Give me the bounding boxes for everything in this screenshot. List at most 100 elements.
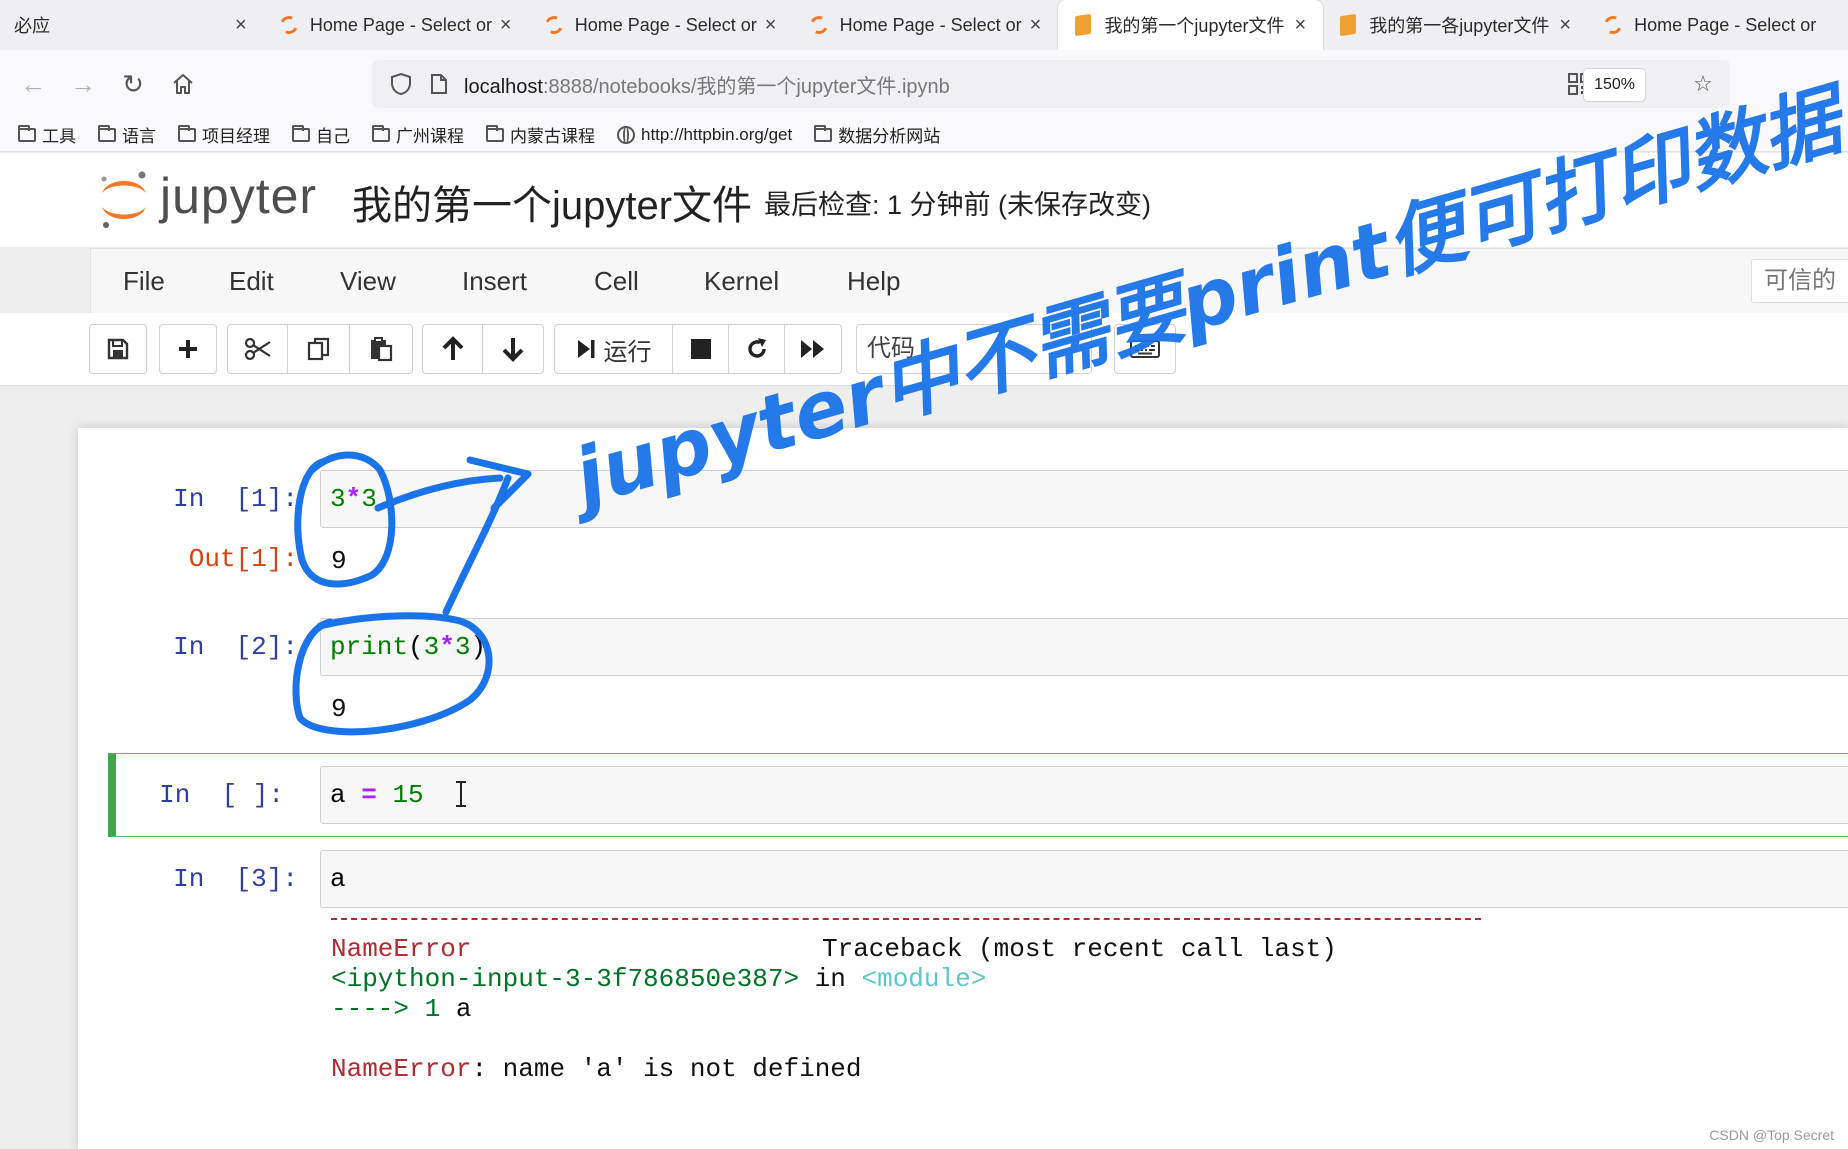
close-icon[interactable]: ×	[497, 14, 515, 37]
tab-title: Home Page - Select or	[574, 14, 757, 35]
bookmark-data-analysis[interactable]: 数据分析网站	[814, 122, 940, 147]
interrupt-button[interactable]	[673, 325, 729, 373]
paste-button[interactable]	[350, 325, 412, 373]
toolbar-group-save	[89, 324, 147, 374]
trusted-indicator[interactable]: 可信的	[1751, 259, 1848, 303]
watermark: CSDN @Top Secret	[1709, 1127, 1834, 1143]
folder-icon	[814, 124, 833, 142]
input-reference: <ipython-input-3-3f786850e387>	[331, 964, 800, 994]
shield-icon[interactable]	[386, 72, 416, 96]
bookmark-label: http://httpbin.org/get	[641, 124, 793, 144]
address-bar[interactable]: localhost:8888/notebooks/我的第一个jupyter文件.…	[372, 60, 1730, 108]
menu-cell[interactable]: Cell	[594, 266, 639, 297]
bookmark-inner-mongolia-course[interactable]: 内蒙古课程	[486, 122, 595, 147]
close-icon[interactable]: ×	[1291, 14, 1309, 37]
save-button[interactable]	[90, 325, 146, 373]
copy-button[interactable]	[288, 325, 350, 373]
notebook-book-icon	[1337, 13, 1359, 37]
bookmark-self[interactable]: 自己	[292, 122, 350, 147]
browser-tab-bar: 必应 × Home Page - Select or × Home Page -…	[0, 0, 1848, 50]
close-icon[interactable]: ×	[1026, 14, 1044, 37]
folder-icon	[178, 124, 196, 142]
restart-icon	[747, 338, 766, 358]
bookmark-languages[interactable]: 语言	[98, 122, 156, 147]
menu-insert[interactable]: Insert	[462, 266, 527, 297]
input-prompt: In [3]:	[173, 864, 298, 894]
floppy-disk-icon	[107, 338, 129, 360]
bookmark-httpbin[interactable]: http://httpbin.org/get	[617, 125, 792, 145]
zoom-level-badge[interactable]: 150%	[1583, 68, 1646, 102]
error-name: NameError	[331, 1054, 472, 1084]
close-icon[interactable]: ×	[232, 14, 250, 37]
menu-help[interactable]: Help	[847, 266, 900, 297]
jupyter-spinner-icon	[277, 13, 301, 37]
bookmark-label: 内蒙古课程	[510, 127, 595, 146]
step-forward-icon	[577, 340, 594, 358]
url-text[interactable]: localhost:8888/notebooks/我的第一个jupyter文件.…	[464, 70, 950, 99]
error-message: : name 'a' is not defined	[471, 1054, 862, 1084]
tab-home-page-1[interactable]: Home Page - Select or ×	[264, 0, 529, 50]
reload-icon[interactable]: ↻	[108, 59, 158, 109]
bookmark-tools[interactable]: 工具	[18, 122, 76, 147]
tab-bing[interactable]: 必应 ×	[0, 0, 264, 50]
insert-cell-button[interactable]	[160, 325, 216, 373]
jupyter-wordmark[interactable]: jupyter	[160, 167, 317, 225]
tab-title: 我的第一个jupyter文件	[1104, 16, 1285, 36]
code-token: 3	[423, 632, 440, 662]
module-reference: <module>	[861, 964, 987, 994]
notebook-book-icon	[1072, 13, 1094, 37]
menu-edit[interactable]: Edit	[229, 266, 274, 297]
menu-file[interactable]: File	[123, 266, 165, 297]
globe-icon	[617, 125, 635, 144]
tab-title: Home Page - Select or	[839, 14, 1022, 35]
notebook-title[interactable]: 我的第一个jupyter文件	[352, 173, 752, 231]
close-icon[interactable]: ×	[1556, 14, 1574, 37]
jupyter-spinner-icon	[542, 13, 566, 37]
input-prompt: In [ ]:	[159, 780, 284, 810]
code-token: 15	[392, 780, 424, 810]
run-button[interactable]: 运行	[555, 325, 673, 373]
tab-title: 我的第一各jupyter文件	[1369, 16, 1550, 36]
close-icon[interactable]: ×	[762, 14, 780, 37]
folder-icon	[98, 124, 116, 142]
code-cell-input[interactable]: a	[320, 850, 1848, 908]
cell-output: 9	[331, 546, 347, 576]
bookmark-label: 工具	[42, 127, 76, 146]
folder-icon	[292, 124, 310, 142]
tab-home-page-3[interactable]: Home Page - Select or ×	[794, 0, 1059, 50]
menu-kernel[interactable]: Kernel	[704, 266, 779, 297]
tab-notebook-active[interactable]: 我的第一个jupyter文件 ×	[1058, 0, 1324, 50]
cut-button[interactable]	[228, 325, 288, 373]
code-cell-input[interactable]: print(3*3)	[320, 618, 1848, 676]
traceback-divider	[331, 918, 1481, 920]
move-down-button[interactable]	[483, 325, 543, 373]
code-token: )	[470, 632, 487, 662]
tab-home-page-2[interactable]: Home Page - Select or ×	[529, 0, 794, 50]
bookmark-project-manager[interactable]: 项目经理	[178, 122, 270, 147]
stop-icon	[690, 339, 711, 359]
menu-view[interactable]: View	[340, 266, 396, 297]
code-cell-input-active[interactable]: a = 15	[320, 766, 1848, 824]
bookmark-label: 数据分析网站	[838, 127, 941, 146]
move-up-button[interactable]	[423, 325, 483, 373]
jupyter-logo-icon[interactable]	[96, 167, 152, 231]
tab-title: 必应	[14, 16, 50, 36]
tab-notebook-2[interactable]: 我的第一各jupyter文件 ×	[1323, 0, 1588, 50]
url-path: :8888/notebooks/我的第一个jupyter文件.ipynb	[542, 75, 950, 98]
arrow-up-icon	[442, 336, 463, 360]
code-cell-input[interactable]: 3*3	[320, 470, 1848, 528]
forward-arrow-icon[interactable]: →	[58, 59, 108, 109]
traceback-code: a	[455, 994, 472, 1024]
tab-home-page-4[interactable]: Home Page - Select or	[1588, 0, 1848, 50]
output-prompt: Out[1]:	[188, 544, 298, 574]
bookmark-label: 自己	[316, 127, 350, 146]
text-cursor-icon	[456, 781, 466, 807]
bookmark-guangzhou-course[interactable]: 广州课程	[372, 122, 464, 147]
checkpoint-status: 最后检查: 1 分钟前 (未保存改变)	[764, 190, 1152, 220]
traceback-arrow: ----> 1	[331, 994, 456, 1024]
code-token: *	[345, 484, 362, 514]
code-token: *	[439, 632, 455, 662]
back-arrow-icon[interactable]: ←	[8, 59, 58, 109]
input-prompt: In [2]:	[173, 632, 298, 662]
home-icon[interactable]	[158, 59, 208, 109]
